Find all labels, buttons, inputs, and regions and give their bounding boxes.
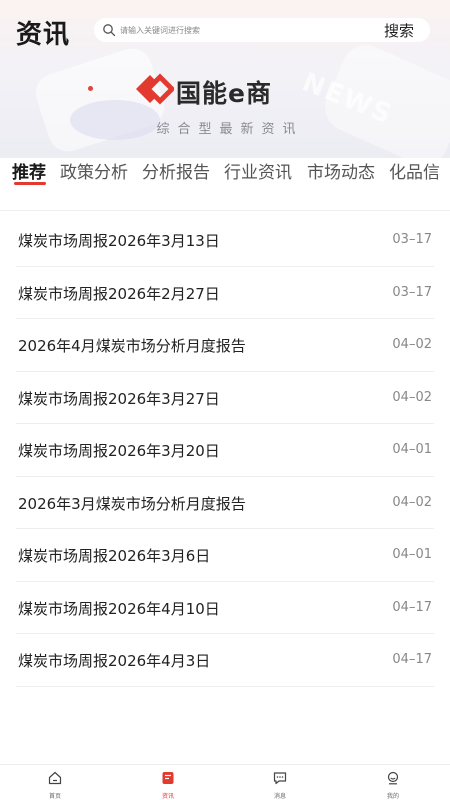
- article-date: 04–02: [392, 337, 432, 352]
- article-date: 04–01: [392, 547, 432, 562]
- article-title: 煤炭市场周报2026年4月3日: [18, 652, 211, 670]
- article-date: 04–01: [392, 442, 432, 457]
- article-title: 2026年3月煤炭市场分析月度报告: [18, 494, 246, 513]
- tab-chemical-info[interactable]: 化品信: [389, 158, 440, 183]
- article-title: 煤炭市场周报2026年3月27日: [18, 389, 220, 408]
- nav-home[interactable]: 首页: [25, 771, 85, 800]
- list-item[interactable]: 煤炭市场周报2026年4月10日 04–17: [16, 582, 434, 634]
- bottom-nav: 首页 资讯 消息 我的: [0, 764, 450, 800]
- list-item[interactable]: 煤炭市场周报2026年3月27日 04–02: [16, 372, 434, 424]
- article-title: 煤炭市场周报2026年3月6日: [18, 547, 211, 565]
- home-icon: [48, 771, 62, 785]
- brand-logo-icon: [136, 73, 174, 105]
- nav-label: 资讯: [161, 793, 174, 800]
- nav-label: 我的: [386, 793, 399, 800]
- nav-label: 首页: [48, 793, 61, 800]
- search-input[interactable]: [120, 20, 350, 40]
- header: NEWS 资讯 搜索 国能e商 综合型最新资讯: [0, 0, 450, 158]
- brand-name: 国能e商: [176, 79, 272, 108]
- banner-slogan: 综合型最新资讯: [156, 122, 304, 137]
- article-title: 煤炭市场周报2026年3月13日: [18, 232, 220, 250]
- nav-label: 消息: [273, 793, 286, 800]
- list-item[interactable]: 煤炭市场周报2026年3月6日 04–01: [16, 529, 434, 582]
- list-item[interactable]: 煤炭市场周报2026年3月20日 04–01: [16, 424, 434, 477]
- list-item[interactable]: 2026年4月煤炭市场分析月度报告 04–02: [16, 319, 434, 372]
- article-title: 煤炭市场周报2026年3月20日: [18, 442, 220, 460]
- search-icon: [103, 24, 116, 37]
- article-date: 04–02: [392, 389, 432, 405]
- search-button[interactable]: 搜索: [384, 20, 414, 41]
- tab-analysis-report[interactable]: 分析报告: [142, 158, 210, 183]
- article-date: 03–17: [392, 284, 432, 300]
- article-title: 2026年4月煤炭市场分析月度报告: [18, 337, 246, 355]
- article-title: 煤炭市场周报2026年4月10日: [18, 599, 220, 618]
- page-title: 资讯: [16, 20, 71, 50]
- divider: [0, 210, 450, 211]
- article-list: 煤炭市场周报2026年3月13日 03–17 煤炭市场周报2026年2月27日 …: [0, 214, 450, 687]
- list-item[interactable]: 煤炭市场周报2026年4月3日 04–17: [16, 634, 434, 687]
- active-tab-indicator: [14, 182, 46, 185]
- nav-messages[interactable]: 消息: [250, 771, 310, 800]
- tab-market-dynamics[interactable]: 市场动态: [307, 158, 375, 183]
- nav-profile[interactable]: 我的: [363, 771, 423, 800]
- tab-industry-news[interactable]: 行业资讯: [224, 158, 292, 183]
- tab-recommend[interactable]: 推荐: [12, 158, 46, 183]
- article-date: 03–17: [392, 232, 432, 247]
- profile-icon: [387, 771, 399, 785]
- article-date: 04–17: [392, 599, 432, 615]
- article-date: 04–02: [392, 494, 432, 510]
- list-item[interactable]: 煤炭市场周报2026年2月27日 03–17: [16, 267, 434, 319]
- tab-policy-analysis[interactable]: 政策分析: [60, 158, 128, 183]
- article-date: 04–17: [392, 652, 432, 667]
- list-item[interactable]: 煤炭市场周报2026年3月13日 03–17: [16, 214, 434, 267]
- message-icon: [273, 772, 287, 785]
- nav-news[interactable]: 资讯: [138, 771, 198, 800]
- article-title: 煤炭市场周报2026年2月27日: [18, 284, 220, 303]
- category-tabs: 推荐 政策分析 分析报告 行业资讯 市场动态 化品信: [0, 158, 450, 188]
- search-bar[interactable]: 搜索: [94, 18, 430, 42]
- banner-decoration: [88, 86, 93, 91]
- list-item[interactable]: 2026年3月煤炭市场分析月度报告 04–02: [16, 477, 434, 529]
- news-icon: [162, 772, 174, 784]
